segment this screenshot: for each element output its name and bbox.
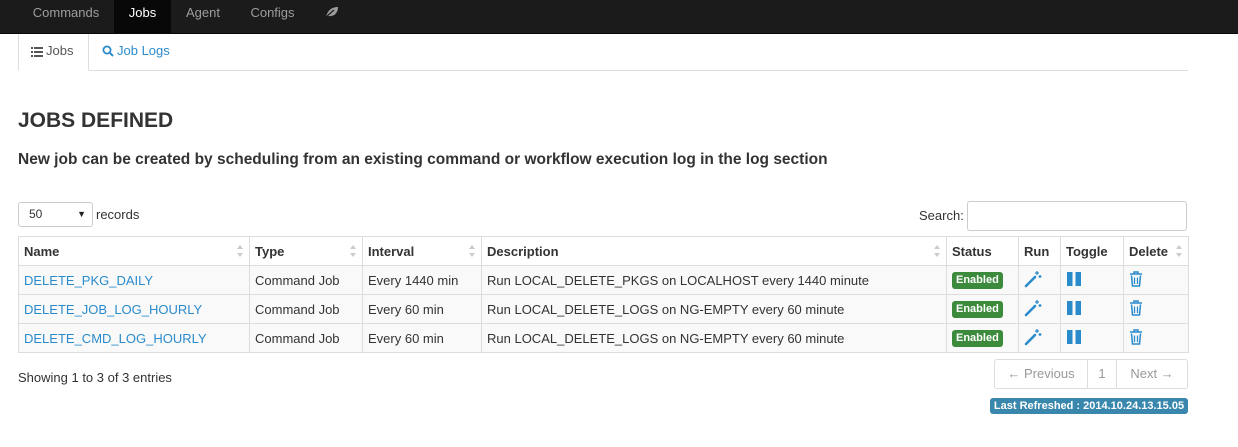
- status-badge: Enabled: [952, 272, 1003, 289]
- magic-wand-icon[interactable]: [1024, 328, 1042, 349]
- job-description: Run LOCAL_DELETE_PKGS on LOCALHOST every…: [481, 265, 947, 295]
- sort-icon: [933, 244, 941, 261]
- search-input[interactable]: [967, 201, 1187, 231]
- tab-job-logs-label: Job Logs: [117, 43, 170, 58]
- status-badge: Enabled: [952, 330, 1003, 347]
- table-row: DELETE_PKG_DAILY Command Job Every 1440 …: [18, 265, 1189, 295]
- sort-icon: [349, 244, 357, 261]
- pause-icon[interactable]: [1066, 329, 1082, 348]
- nav-commands[interactable]: Commands: [18, 0, 114, 33]
- pause-icon[interactable]: [1066, 300, 1082, 319]
- search-icon: [102, 45, 114, 57]
- tab-jobs-label: Jobs: [46, 43, 74, 58]
- records-per-page-value: 50: [29, 207, 43, 221]
- tab-jobs[interactable]: Jobs: [18, 34, 89, 71]
- last-refreshed-badge: Last Refreshed : 2014.10.24.13.15.05: [990, 398, 1188, 414]
- job-description: Run LOCAL_DELETE_LOGS on NG-EMPTY every …: [481, 294, 947, 324]
- job-interval: Every 60 min: [362, 323, 482, 353]
- job-name-link[interactable]: DELETE_PKG_DAILY: [24, 273, 153, 288]
- trash-icon[interactable]: [1129, 328, 1143, 348]
- page-subtitle: New job can be created by scheduling fro…: [18, 151, 828, 168]
- job-description: Run LOCAL_DELETE_LOGS on NG-EMPTY every …: [481, 323, 947, 353]
- list-icon: [31, 47, 43, 57]
- records-per-page-select[interactable]: 50 ▼: [18, 202, 93, 227]
- search-label: Search:: [919, 208, 964, 223]
- trash-icon[interactable]: [1129, 270, 1143, 290]
- tab-job-logs[interactable]: Job Logs: [102, 34, 170, 71]
- job-type: Command Job: [249, 294, 363, 324]
- magic-wand-icon[interactable]: [1024, 270, 1042, 291]
- nav-jobs[interactable]: Jobs: [114, 0, 171, 33]
- column-header-type[interactable]: Type: [249, 236, 363, 266]
- nav-agent[interactable]: Agent: [171, 0, 235, 33]
- tab-bar: Jobs Job Logs: [18, 34, 1188, 71]
- nav-configs[interactable]: Configs: [235, 0, 310, 33]
- column-header-name[interactable]: Name: [18, 236, 250, 266]
- job-interval: Every 60 min: [362, 294, 482, 324]
- sort-icon: [468, 244, 476, 261]
- job-name-link[interactable]: DELETE_CMD_LOG_HOURLY: [24, 331, 207, 346]
- table-row: DELETE_CMD_LOG_HOURLY Command Job Every …: [18, 323, 1189, 353]
- column-header-status: Status: [946, 236, 1019, 266]
- previous-page-button[interactable]: ← Previous: [994, 359, 1088, 389]
- column-header-description[interactable]: Description: [481, 236, 947, 266]
- table-row: DELETE_JOB_LOG_HOURLY Command Job Every …: [18, 294, 1189, 324]
- table-info: Showing 1 to 3 of 3 entries: [18, 370, 172, 385]
- sort-icon: [236, 244, 244, 261]
- column-header-toggle: Toggle: [1060, 236, 1124, 266]
- job-type: Command Job: [249, 323, 363, 353]
- leaf-icon[interactable]: [325, 6, 339, 21]
- top-navbar: Commands Jobs Agent Configs: [0, 0, 1238, 34]
- page-title: JOBS DEFINED: [18, 109, 174, 132]
- status-badge: Enabled: [952, 301, 1003, 318]
- column-header-run: Run: [1018, 236, 1061, 266]
- job-name-link[interactable]: DELETE_JOB_LOG_HOURLY: [24, 302, 202, 317]
- column-header-delete[interactable]: Delete: [1123, 236, 1189, 266]
- table-header-row: Name Type Interval Description Status Ru…: [18, 236, 1189, 266]
- trash-icon[interactable]: [1129, 299, 1143, 319]
- magic-wand-icon[interactable]: [1024, 299, 1042, 320]
- column-header-interval[interactable]: Interval: [362, 236, 482, 266]
- jobs-table: Name Type Interval Description Status Ru…: [18, 236, 1189, 353]
- job-type: Command Job: [249, 265, 363, 295]
- page-1-button[interactable]: 1: [1087, 359, 1117, 389]
- job-interval: Every 1440 min: [362, 265, 482, 295]
- caret-down-icon: ▼: [77, 209, 86, 219]
- records-label: records: [96, 207, 140, 222]
- sort-icon: [1175, 244, 1183, 261]
- next-page-button[interactable]: Next →: [1116, 359, 1188, 389]
- pause-icon[interactable]: [1066, 271, 1082, 290]
